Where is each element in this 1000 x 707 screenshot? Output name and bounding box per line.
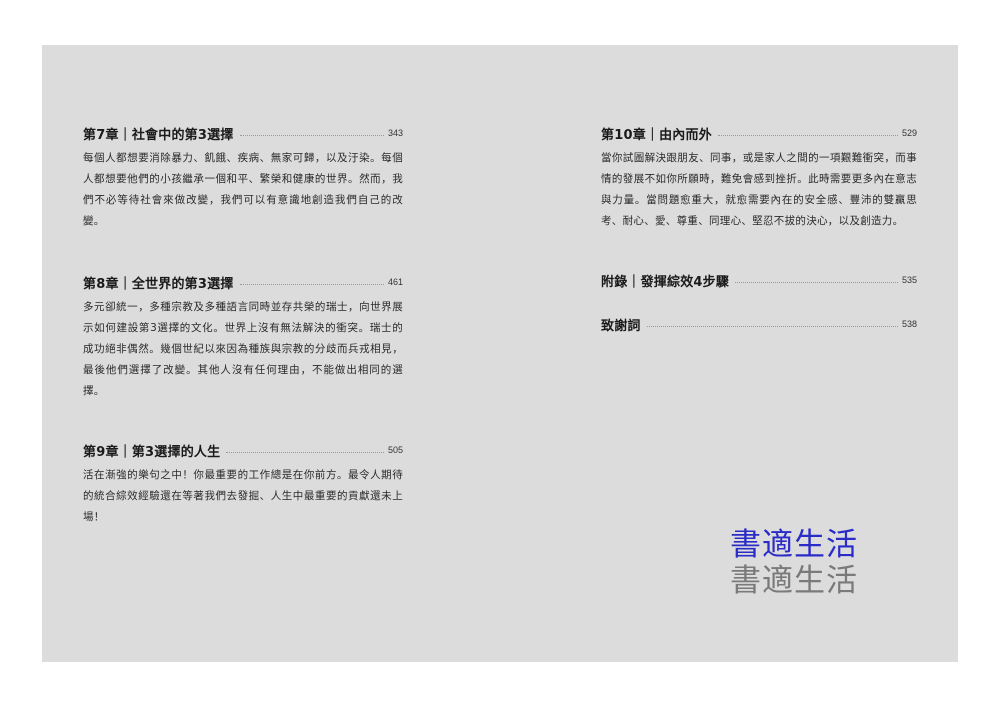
toc-entry-chapter-10: 第10章｜由內而外 529 當你試圖解決跟朋友、同事，或是家人之間的一項艱難衝突…: [601, 123, 917, 232]
page-number: 343: [387, 128, 403, 138]
toc-left-column: 第7章｜社會中的第3選擇 343 每個人都想要消除暴力、飢餓、疾病、無家可歸，以…: [83, 123, 403, 528]
logo-text-blue: 書適生活: [730, 527, 858, 563]
chapter-title: 第8章｜全世界的第3選擇: [83, 276, 234, 292]
chapter-summary: 每個人都想要消除暴力、飢餓、疾病、無家可歸，以及汙染。每個人都想要他們的小孩繼承…: [83, 152, 403, 227]
dot-leader: [226, 451, 384, 453]
dot-leader: [239, 283, 384, 285]
page-number: 535: [901, 275, 917, 285]
toc-entry-appendix: 附錄｜發揮綜效4步驟 535: [601, 270, 917, 290]
page-number: 505: [387, 445, 403, 455]
logo-text-gray: 書適生活: [730, 563, 858, 599]
acknowledgements-title: 致謝詞: [601, 318, 641, 334]
chapter-summary: 當你試圖解決跟朋友、同事，或是家人之間的一項艱難衝突，而事情的發展不如你所願時，…: [601, 152, 917, 227]
chapter-title: 第7章｜社會中的第3選擇: [83, 127, 234, 143]
page-number: 461: [387, 277, 403, 287]
dot-leader: [239, 134, 384, 136]
dot-leader: [717, 134, 898, 136]
chapter-title: 第9章｜第3選擇的人生: [83, 444, 221, 460]
chapter-title: 第10章｜由內而外: [601, 127, 712, 143]
toc-entry-chapter-7: 第7章｜社會中的第3選擇 343 每個人都想要消除暴力、飢餓、疾病、無家可歸，以…: [83, 123, 403, 232]
toc-entry-chapter-8: 第8章｜全世界的第3選擇 461 多元卻統一，多種宗教及多種語言同時並存共榮的瑞…: [83, 272, 403, 402]
toc-entry-acknowledgements: 致謝詞 538: [601, 314, 917, 334]
dot-leader: [646, 325, 898, 327]
chapter-summary: 活在漸強的樂句之中！你最重要的工作總是在你前方。最令人期待的統合綜效經驗還在等著…: [83, 469, 403, 523]
appendix-title: 附錄｜發揮綜效4步驟: [601, 274, 730, 290]
page-number: 538: [901, 319, 917, 329]
chapter-summary: 多元卻統一，多種宗教及多種語言同時並存共榮的瑞士，向世界展示如何建設第3選擇的文…: [83, 301, 403, 397]
publisher-logo: 書適生活 書適生活: [730, 527, 858, 599]
toc-right-column: 第10章｜由內而外 529 當你試圖解決跟朋友、同事，或是家人之間的一項艱難衝突…: [601, 123, 917, 334]
dot-leader: [735, 281, 898, 283]
toc-entry-chapter-9: 第9章｜第3選擇的人生 505 活在漸強的樂句之中！你最重要的工作總是在你前方。…: [83, 440, 403, 528]
page-number: 529: [901, 128, 917, 138]
